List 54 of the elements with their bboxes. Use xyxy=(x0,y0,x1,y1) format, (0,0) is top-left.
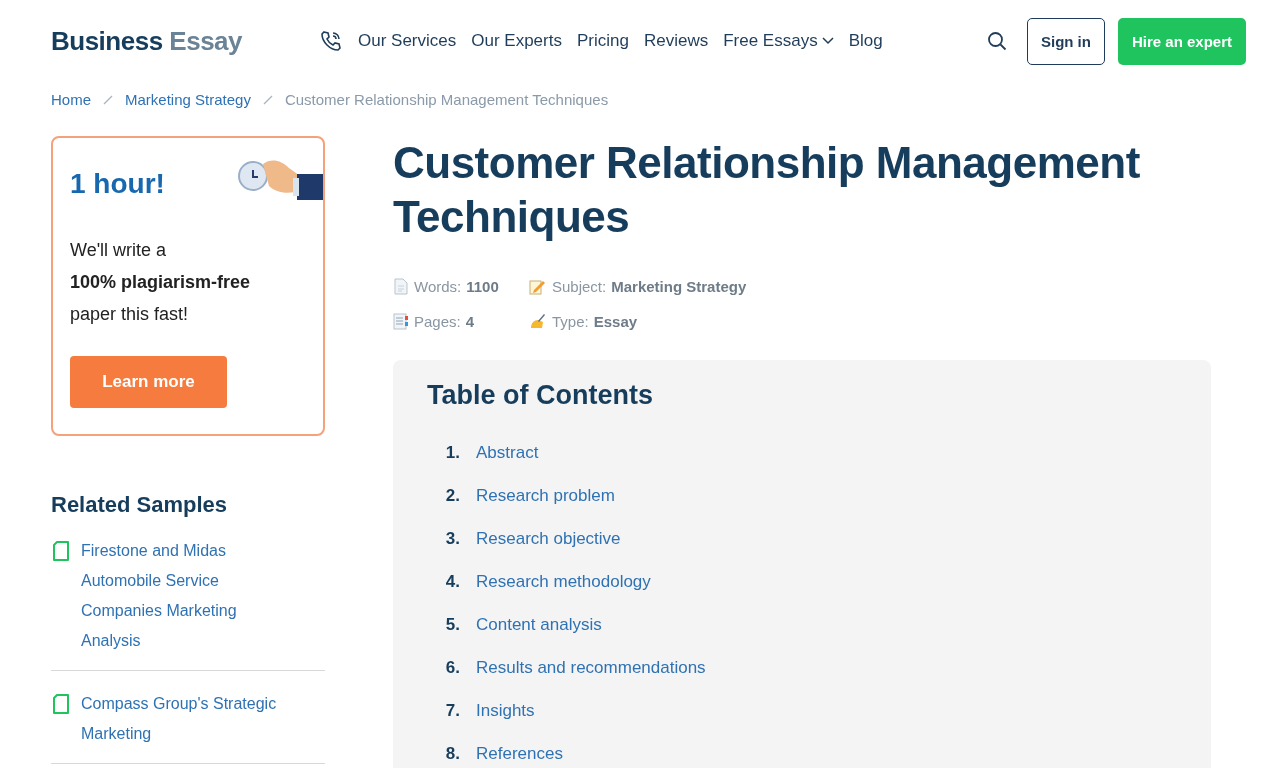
toc-link[interactable]: Abstract xyxy=(476,442,539,463)
toc-link[interactable]: Results and recommendations xyxy=(476,657,706,678)
toc-link[interactable]: Research methodology xyxy=(476,571,651,592)
toc-number: 8. xyxy=(444,743,461,764)
meta-label: Type: xyxy=(552,313,589,330)
promo-title: 1 hour! xyxy=(70,168,166,200)
pages-icon xyxy=(393,313,409,330)
toc-link[interactable]: References xyxy=(476,743,563,764)
nav-link[interactable]: Our Experts xyxy=(471,31,562,51)
memo-pencil-icon xyxy=(529,278,547,295)
nav-link[interactable]: Our Services xyxy=(358,31,457,51)
toc-title: Table of Contents xyxy=(427,380,654,411)
toc-link[interactable]: Content analysis xyxy=(476,614,602,635)
toc-number: 1. xyxy=(444,442,461,463)
meta-value: Marketing Strategy xyxy=(611,278,747,295)
toc-link[interactable]: Insights xyxy=(476,700,535,721)
toc-number: 2. xyxy=(444,485,461,506)
document-icon xyxy=(51,540,71,562)
nav-link[interactable]: Blog xyxy=(848,31,883,51)
logo[interactable]: Business Essay xyxy=(51,25,319,57)
meta-value: Essay xyxy=(593,313,638,330)
related-sample-link[interactable]: Compass Group's Strategic Marketing xyxy=(81,689,291,749)
nav-link[interactable]: Pricing xyxy=(576,31,629,51)
writing-hand-icon xyxy=(529,313,547,330)
document-icon xyxy=(51,693,71,715)
toc-number: 7. xyxy=(444,700,461,721)
nav-link[interactable]: Reviews xyxy=(643,31,709,51)
nav-link[interactable]: Free Essays xyxy=(723,31,834,51)
chevron-down-icon xyxy=(821,37,834,45)
meta-label: Pages: xyxy=(414,313,461,330)
document-icon xyxy=(393,278,409,295)
breadcrumb-link[interactable]: Marketing Strategy xyxy=(125,91,251,108)
article-title: Customer Relationship Management Techniques xyxy=(393,137,1141,243)
breadcrumb-link[interactable]: Home xyxy=(51,91,91,108)
related-sample-link[interactable]: Firestone and Midas Automobile Service Companies Marketing Analysis xyxy=(81,536,291,656)
promo-text: We'll write a 100% plagiarism-free paper this fast! xyxy=(70,239,252,326)
current-page-label: Customer Relationship Management Techniques xyxy=(284,91,609,108)
toc-link[interactable]: Research problem xyxy=(476,485,615,506)
learn-more-button[interactable]: Learn more xyxy=(70,356,227,408)
toc-number: 5. xyxy=(444,614,461,635)
meta-label: Subject: xyxy=(552,278,607,295)
toc-link[interactable]: Research objective xyxy=(476,528,621,549)
toc-number: 6. xyxy=(444,657,461,678)
phone-icon[interactable] xyxy=(319,29,343,53)
meta-value: 4 xyxy=(465,313,475,330)
meta-value: 1100 xyxy=(466,278,499,295)
meta-label: Words: xyxy=(414,278,462,295)
slash-separator-icon xyxy=(103,94,113,105)
slash-separator-icon xyxy=(262,94,273,105)
sign-in-button[interactable]: Sign in xyxy=(1026,17,1105,65)
related-title: Related Samples xyxy=(51,492,229,518)
search-icon[interactable] xyxy=(986,31,1007,51)
toc-number: 4. xyxy=(444,571,461,592)
toc-number: 3. xyxy=(444,528,461,549)
